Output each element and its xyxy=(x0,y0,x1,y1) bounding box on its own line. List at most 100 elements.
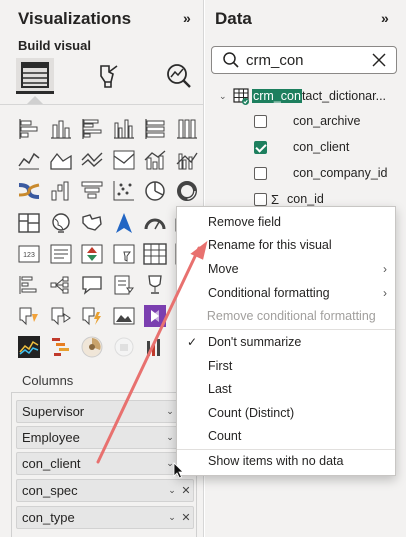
column-field-employee[interactable]: Employee ⌄ xyxy=(16,426,178,449)
custom-visual-radial-icon[interactable] xyxy=(80,335,104,359)
tab-indicator xyxy=(27,96,43,104)
menu-item-label: Conditional formatting xyxy=(208,285,330,300)
azure-map-icon[interactable] xyxy=(112,211,136,235)
data-field-con-client[interactable]: con_client xyxy=(254,137,349,157)
chevron-down-icon[interactable]: ⌄ xyxy=(163,406,177,417)
chevron-down-icon[interactable]: ⌄ xyxy=(163,432,177,443)
100-stacked-column-chart-icon[interactable] xyxy=(175,117,199,141)
menu-item-label: Remove field xyxy=(208,214,281,229)
divider xyxy=(0,104,204,105)
mouse-cursor-icon xyxy=(173,462,184,479)
custom-visual-light-icon[interactable] xyxy=(112,335,136,359)
custom-visual-bar-icon[interactable] xyxy=(143,335,167,359)
filled-map-icon[interactable] xyxy=(80,211,104,235)
card-123-icon[interactable]: 123 xyxy=(17,242,41,266)
chevron-down-icon[interactable]: ⌄ xyxy=(165,512,179,523)
menu-item-move[interactable]: Move › xyxy=(177,257,395,280)
custom-visual-purple-icon[interactable] xyxy=(143,304,167,328)
treemap-icon[interactable] xyxy=(17,211,41,235)
ribbon-chart-icon[interactable] xyxy=(112,148,136,172)
field-pill-label: Supervisor xyxy=(22,404,85,419)
data-field-con-company-id[interactable]: con_company_id xyxy=(254,163,388,183)
clustered-bar-chart-icon[interactable] xyxy=(80,117,104,141)
chevron-down-icon[interactable]: ⌄ xyxy=(165,485,179,496)
custom-visual-gantt-icon[interactable] xyxy=(49,335,73,359)
menu-item-first[interactable]: First xyxy=(177,354,395,377)
data-table-node[interactable]: ⌄ crm_con tact_dictionar... xyxy=(219,86,386,106)
field-checkbox[interactable] xyxy=(254,114,267,128)
line-chart-icon[interactable] xyxy=(17,148,41,172)
column-field-con-client[interactable]: con_client ⌄ xyxy=(16,452,178,475)
menu-item-label: Remove conditional formatting xyxy=(206,308,376,323)
format-visual-tab[interactable] xyxy=(90,58,128,94)
column-field-con-spec[interactable]: con_spec ⌄ ✕ xyxy=(16,479,194,502)
clustered-column-chart-icon[interactable] xyxy=(112,117,136,141)
magnifier-chart-icon xyxy=(167,64,191,88)
stacked-column-chart-icon[interactable] xyxy=(49,117,73,141)
search-input[interactable] xyxy=(240,51,370,69)
table-name-match: crm_con xyxy=(252,89,302,103)
multi-row-card-icon[interactable] xyxy=(49,242,73,266)
qa-icon[interactable] xyxy=(80,273,104,297)
menu-item-count[interactable]: Count xyxy=(177,424,395,447)
field-pill-label: Employee xyxy=(22,430,80,445)
ribbon-sankey-icon[interactable] xyxy=(17,179,41,203)
analytics-tab[interactable] xyxy=(160,58,198,94)
100-stacked-bar-chart-icon[interactable] xyxy=(143,117,167,141)
collapse-visualizations-button[interactable]: » xyxy=(183,10,191,26)
custom-visual-dark-chart-icon[interactable] xyxy=(17,335,41,359)
table-icon[interactable] xyxy=(143,242,167,266)
remove-field-icon[interactable]: ✕ xyxy=(179,484,193,497)
field-pill-label: con_type xyxy=(22,510,75,525)
menu-item-conditional-formatting[interactable]: Conditional formatting › xyxy=(177,281,395,304)
trophy-icon[interactable] xyxy=(143,273,167,297)
funnel-chart-icon[interactable] xyxy=(80,179,104,203)
menu-item-last[interactable]: Last xyxy=(177,377,395,400)
area-chart-icon[interactable] xyxy=(49,148,73,172)
column-field-supervisor[interactable]: Supervisor ⌄ xyxy=(16,400,178,423)
menu-item-label: Rename for this visual xyxy=(208,237,332,252)
menu-item-show-items-no-data[interactable]: Show items with no data xyxy=(177,449,395,472)
close-icon[interactable] xyxy=(370,51,388,69)
decomposition-tree-icon[interactable] xyxy=(49,273,73,297)
chevron-right-icon: › xyxy=(383,261,387,276)
power-automate-icon[interactable] xyxy=(49,304,73,328)
build-visual-tab[interactable] xyxy=(16,58,54,94)
kpi-icon[interactable] xyxy=(80,242,104,266)
collapse-data-button[interactable]: » xyxy=(381,10,389,26)
field-checkbox[interactable] xyxy=(254,192,267,206)
menu-item-rename-for-visual[interactable]: Rename for this visual xyxy=(177,233,395,256)
donut-chart-icon[interactable] xyxy=(175,179,199,203)
stacked-bar-chart-icon[interactable] xyxy=(17,117,41,141)
data-search-box[interactable] xyxy=(211,46,397,74)
key-influencers-icon[interactable] xyxy=(17,273,41,297)
column-field-con-type[interactable]: con_type ⌄ ✕ xyxy=(16,506,194,529)
menu-item-label: Move xyxy=(208,261,239,276)
gauge-icon[interactable] xyxy=(143,211,167,235)
waterfall-chart-icon[interactable] xyxy=(49,179,73,203)
line-and-column-chart-icon[interactable] xyxy=(143,148,167,172)
sigma-icon: Σ xyxy=(271,191,280,207)
menu-item-remove-field[interactable]: Remove field xyxy=(177,210,395,233)
chevron-down-icon[interactable]: ⌄ xyxy=(219,91,233,102)
field-checkbox[interactable] xyxy=(254,166,267,180)
table-name-rest: tact_dictionar... xyxy=(301,89,387,103)
line-and-clustered-column-chart-icon[interactable] xyxy=(175,148,199,172)
menu-item-count-distinct[interactable]: Count (Distinct) xyxy=(177,401,395,424)
data-field-con-archive[interactable]: con_archive xyxy=(254,111,360,131)
pie-chart-icon[interactable] xyxy=(143,179,167,203)
menu-item-dont-summarize[interactable]: ✓ Don't summarize xyxy=(177,330,395,353)
map-icon[interactable] xyxy=(49,211,73,235)
power-apps-icon[interactable] xyxy=(17,304,41,328)
python-visual-icon[interactable] xyxy=(80,304,104,328)
scatter-chart-icon[interactable] xyxy=(112,179,136,203)
menu-item-label: Last xyxy=(208,381,232,396)
stacked-area-chart-icon[interactable] xyxy=(80,148,104,172)
image-visual-icon[interactable] xyxy=(112,304,136,328)
smart-narrative-icon[interactable] xyxy=(112,273,136,297)
checkmark-icon: ✓ xyxy=(186,334,198,349)
remove-field-icon[interactable]: ✕ xyxy=(179,511,193,524)
field-checkbox-checked[interactable] xyxy=(254,140,267,154)
slicer-icon[interactable] xyxy=(112,242,136,266)
chevron-right-icon: › xyxy=(383,285,387,300)
